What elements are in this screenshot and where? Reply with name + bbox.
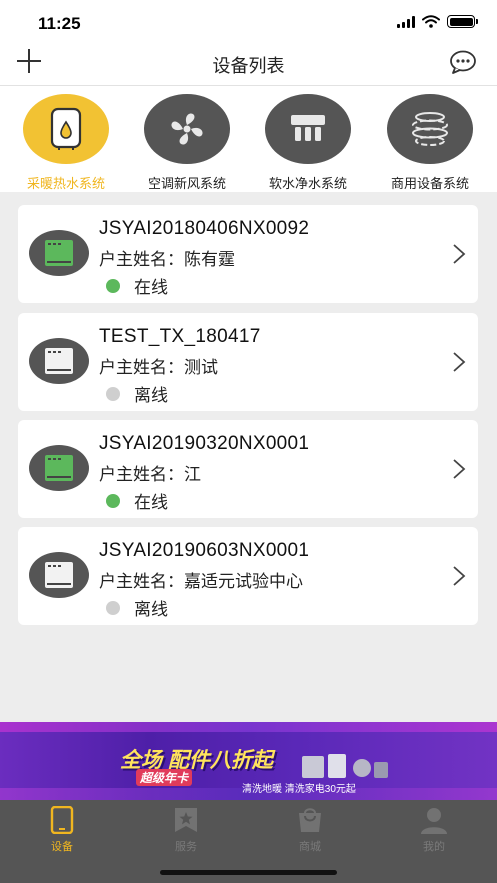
home-indicator xyxy=(160,870,337,875)
commercial-device-icon xyxy=(387,94,473,164)
device-owner: 户主姓名：嘉适元试验中心 xyxy=(99,572,303,591)
category-commercial[interactable]: 商用设备系统 xyxy=(375,94,485,192)
device-status-label: 离线 xyxy=(134,600,168,619)
banner-decoration xyxy=(0,722,497,732)
banner-subtitle: 超级年卡 xyxy=(136,769,193,786)
device-card[interactable]: TEST_TX_180417 户主姓名：测试 离线 xyxy=(18,313,478,411)
nav-bar: 设备列表 xyxy=(0,46,497,86)
phone-icon xyxy=(48,806,76,834)
tab-devices[interactable]: 设备 xyxy=(22,806,102,854)
device-icon xyxy=(29,230,89,276)
category-label: 空调新风系统 xyxy=(147,176,226,191)
device-status: 在线 xyxy=(106,488,168,513)
chevron-right-icon xyxy=(453,459,466,479)
device-card[interactable]: JSYAI20190603NX0001 户主姓名：嘉适元试验中心 离线 xyxy=(18,527,478,625)
tab-mine[interactable]: 我的 xyxy=(394,806,474,854)
status-bar: 11:25 xyxy=(0,0,497,46)
appliances-illustration-icon xyxy=(302,754,388,778)
status-time: 11:25 xyxy=(38,14,81,33)
device-card[interactable]: JSYAI20180406NX0092 户主姓名：陈有霆 在线 xyxy=(18,205,478,303)
water-purifier-icon xyxy=(265,94,351,164)
tab-label: 我的 xyxy=(423,841,445,853)
device-owner: 户主姓名：陈有霆 xyxy=(99,250,235,269)
chevron-right-icon xyxy=(453,352,466,372)
category-label: 软水净水系统 xyxy=(268,176,347,191)
device-serial: TEST_TX_180417 xyxy=(99,326,261,347)
offline-dot-icon xyxy=(106,386,120,401)
device-serial: JSYAI20180406NX0092 xyxy=(99,218,310,239)
battery-icon xyxy=(447,15,478,28)
chevron-right-icon xyxy=(453,244,466,264)
wifi-icon xyxy=(422,15,440,28)
category-ac-ventilation[interactable]: 空调新风系统 xyxy=(132,94,242,192)
device-status-label: 在线 xyxy=(134,278,168,297)
offline-dot-icon xyxy=(106,600,120,615)
chevron-right-icon xyxy=(453,566,466,586)
water-heater-icon xyxy=(23,94,109,164)
tab-label: 设备 xyxy=(51,841,73,853)
device-serial: JSYAI20190320NX0001 xyxy=(99,433,310,454)
device-owner: 户主姓名：测试 xyxy=(99,358,218,377)
banner-note: 清洗地暖 清洗家电30元起 xyxy=(242,784,356,795)
category-label: 采暖热水系统 xyxy=(26,176,105,191)
device-card[interactable]: JSYAI20190320NX0001 户主姓名：江 在线 xyxy=(18,420,478,518)
page-title: 设备列表 xyxy=(212,56,285,76)
tab-label: 服务 xyxy=(175,841,197,853)
tab-mall[interactable]: 商城 xyxy=(270,806,350,854)
cellular-signal-icon xyxy=(397,15,415,28)
device-status: 在线 xyxy=(106,273,168,298)
service-star-icon xyxy=(172,806,200,834)
online-dot-icon xyxy=(106,278,120,293)
device-status-label: 在线 xyxy=(134,493,168,512)
device-icon xyxy=(29,445,89,491)
category-label: 商用设备系统 xyxy=(390,176,469,191)
fan-icon xyxy=(144,94,230,164)
message-icon[interactable] xyxy=(449,50,477,74)
status-icons xyxy=(397,15,478,28)
shopping-bag-icon xyxy=(296,806,324,834)
device-status: 离线 xyxy=(106,381,168,406)
user-icon xyxy=(420,806,448,834)
category-bar: 采暖热水系统 空调新风系统 软水净水系统 商用设备系统 xyxy=(0,86,497,192)
tab-service[interactable]: 服务 xyxy=(146,806,226,854)
promo-banner[interactable]: 全场 配件八折起 超级年卡 清洗地暖 清洗家电30元起 xyxy=(0,722,497,800)
tab-label: 商城 xyxy=(299,841,321,853)
device-serial: JSYAI20190603NX0001 xyxy=(99,540,310,561)
device-icon xyxy=(29,552,89,598)
device-status: 离线 xyxy=(106,595,168,620)
device-owner: 户主姓名：江 xyxy=(99,465,201,484)
category-water-purify[interactable]: 软水净水系统 xyxy=(253,94,363,192)
online-dot-icon xyxy=(106,493,120,508)
device-icon xyxy=(29,338,89,384)
device-status-label: 离线 xyxy=(134,386,168,405)
category-heating-water[interactable]: 采暖热水系统 xyxy=(11,94,121,192)
